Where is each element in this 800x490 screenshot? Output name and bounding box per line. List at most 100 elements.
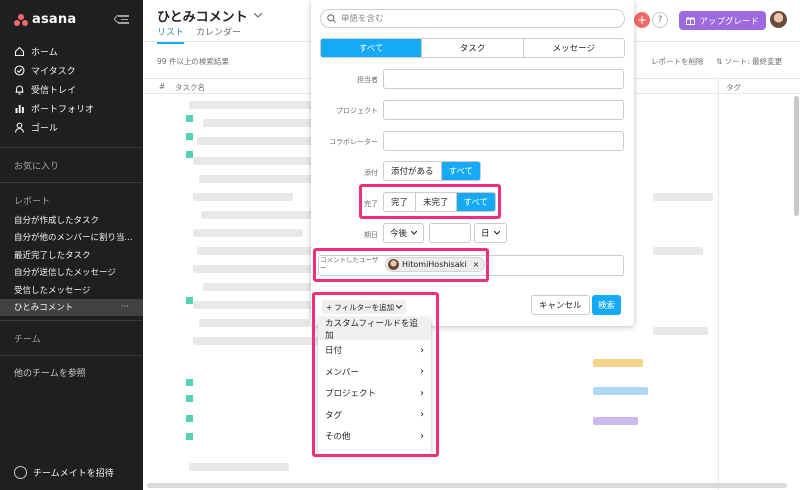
cancel-button[interactable]: キャンセル	[531, 295, 590, 315]
invite-label: チームメイトを招待	[33, 469, 114, 479]
attachment-has-button[interactable]: 添付がある	[384, 162, 442, 180]
menu-item-date[interactable]: 日付 ›	[318, 340, 431, 362]
add-filter-menu: カスタムフィールドを追加 日付 › メンバー › プロジェクト › タグ › その他 ›	[318, 318, 431, 454]
status-marker	[186, 297, 193, 304]
nav-item-my-tasks[interactable]: マイタスク	[0, 61, 143, 80]
menu-item-other[interactable]: その他 ›	[318, 426, 431, 448]
due-relation-select[interactable]: 今後	[383, 223, 425, 243]
sort-icon: ⇅	[716, 57, 725, 66]
reports-heading[interactable]: レポート	[14, 194, 50, 207]
person-icon	[14, 122, 25, 133]
teams-heading[interactable]: チーム	[14, 332, 41, 345]
asana-logo[interactable]: asana	[14, 12, 76, 27]
keyword-search[interactable]	[320, 9, 625, 28]
due-number-input[interactable]	[429, 223, 471, 243]
chevron-down-icon	[411, 231, 418, 235]
due-unit-value: 日	[481, 229, 490, 239]
report-item[interactable]: 自分が作成したタスク	[0, 211, 143, 229]
sort-button[interactable]: ⇅ ソート: 最終変更	[716, 56, 782, 67]
collaborator-field[interactable]	[383, 131, 624, 151]
asana-logo-icon	[14, 13, 28, 26]
blurred-row	[197, 247, 322, 255]
vertical-scrollbar[interactable]	[794, 96, 799, 216]
horizontal-scrollbar[interactable]	[147, 483, 787, 488]
result-count: 99 件以上の検索結果	[157, 57, 229, 66]
blurred-row	[193, 229, 303, 237]
page-title-text: ひとみコメント	[157, 10, 248, 25]
nav-label: ホーム	[31, 48, 58, 58]
menu-item-label: プロジェクト	[325, 389, 377, 400]
nav-item-portfolios[interactable]: ポートフォリオ	[0, 99, 143, 118]
favorites-heading[interactable]: お気に入り	[14, 159, 59, 172]
quick-add-button[interactable]: +	[634, 12, 650, 28]
sidebar: asana ホーム マイタスク 受信トレイ ポートフォリオ ゴール お気に入り …	[0, 0, 143, 490]
blurred-row	[193, 193, 293, 201]
user-avatar[interactable]	[770, 11, 787, 28]
remove-report-button[interactable]: レポートを削除	[651, 56, 704, 67]
remove-chip-icon[interactable]: ×	[473, 260, 480, 269]
nav-label: ポートフォリオ	[31, 105, 95, 115]
menu-item-project[interactable]: プロジェクト ›	[318, 383, 431, 405]
project-field[interactable]	[383, 100, 624, 120]
chevron-down-icon	[493, 231, 500, 235]
report-list: 自分が作成したタスク 自分が他のメンバーに割り当... 最近完了したタスク 自分…	[0, 211, 143, 316]
browse-teams-link[interactable]: 他のチームを参照	[14, 366, 86, 379]
report-label: ひとみコメント	[14, 303, 74, 314]
assignee-field[interactable]	[383, 69, 624, 89]
result-type-tabs: すべて タスク メッセージ	[320, 38, 625, 58]
commenter-chip[interactable]: HitomiHoshisaki ×	[385, 257, 486, 272]
due-unit-select[interactable]: 日	[474, 223, 507, 243]
completion-all-button[interactable]: すべて	[456, 193, 496, 211]
report-item[interactable]: 最近完了したタスク	[0, 246, 143, 264]
search-button[interactable]: 検索	[592, 295, 622, 315]
tab-all[interactable]: すべて	[321, 39, 423, 57]
chevron-right-icon: ›	[420, 430, 424, 442]
nav-label: 受信トレイ	[31, 86, 77, 96]
collapse-sidebar-icon[interactable]	[114, 14, 129, 24]
report-item[interactable]: 自分が他のメンバーに割り当...	[0, 229, 143, 247]
nav-item-home[interactable]: ホーム	[0, 42, 143, 61]
invite-teammates-button[interactable]: チームメイトを招待	[14, 466, 114, 479]
tab-messages[interactable]: メッセージ	[524, 39, 624, 57]
page-title[interactable]: ひとみコメント	[157, 6, 262, 25]
due-relation-value: 今後	[390, 229, 408, 239]
report-item-active[interactable]: ひとみコメント ···	[0, 298, 143, 316]
assignee-label: 担当者	[357, 76, 378, 84]
menu-item-member[interactable]: メンバー ›	[318, 361, 431, 383]
more-options-icon[interactable]: ···	[121, 302, 129, 312]
status-marker	[186, 151, 193, 158]
completed-button[interactable]: 完了	[384, 193, 417, 211]
divider	[0, 355, 143, 356]
status-marker	[186, 395, 193, 402]
divider	[0, 147, 143, 148]
blurred-row	[197, 137, 327, 145]
menu-item-add-custom-field[interactable]: カスタムフィールドを追加	[318, 318, 431, 341]
attachment-all-button[interactable]: すべて	[441, 162, 481, 180]
report-item[interactable]: 受信したメッセージ	[0, 281, 143, 299]
tab-tasks[interactable]: タスク	[422, 39, 524, 57]
add-filter-button[interactable]: + フィルターを追加	[322, 300, 407, 314]
chevron-down-icon	[396, 305, 403, 309]
collaborator-label: コラボレーター	[329, 138, 378, 146]
column-tag[interactable]: タグ	[726, 82, 741, 93]
blurred-row	[203, 283, 323, 291]
commenter-label: コメントしたユーザー	[320, 256, 379, 272]
search-input[interactable]	[341, 13, 601, 24]
report-item[interactable]: 自分が送信したメッセージ	[0, 264, 143, 282]
status-marker	[186, 415, 193, 422]
blurred-row	[203, 119, 313, 127]
menu-item-label: その他	[325, 432, 351, 443]
nav-item-goals[interactable]: ゴール	[0, 118, 143, 137]
blurred-row	[653, 247, 703, 255]
column-task-name[interactable]: タスク名	[175, 82, 205, 93]
nav-item-inbox[interactable]: 受信トレイ	[0, 80, 143, 99]
help-button[interactable]: ?	[652, 12, 668, 28]
blurred-row	[193, 337, 328, 345]
incomplete-button[interactable]: 未完了	[416, 193, 457, 211]
menu-item-tag[interactable]: タグ ›	[318, 404, 431, 426]
upgrade-button[interactable]: アップグレード	[679, 11, 766, 30]
menu-item-label: 日付	[325, 346, 343, 357]
nav-label: ゴール	[31, 124, 59, 134]
status-marker	[186, 379, 193, 386]
status-marker	[186, 115, 193, 122]
